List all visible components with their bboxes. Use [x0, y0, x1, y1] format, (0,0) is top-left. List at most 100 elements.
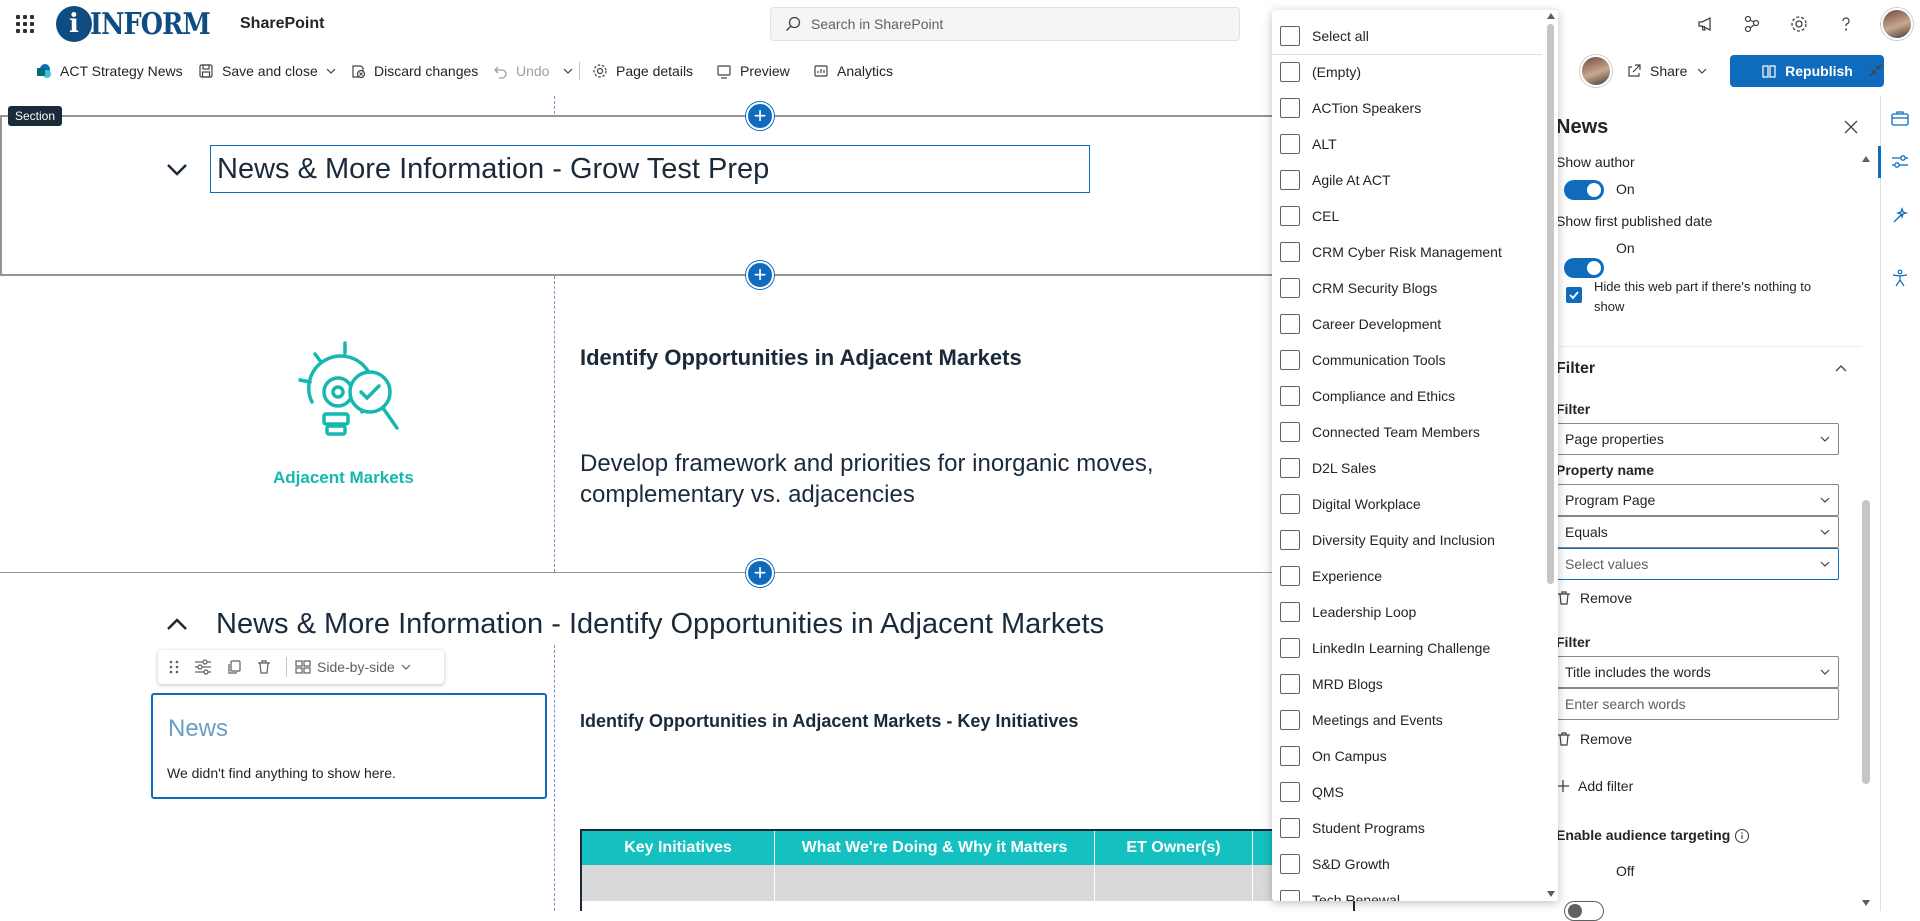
preview-button[interactable]: Preview: [716, 58, 790, 84]
pane-scrollbar[interactable]: [1862, 500, 1870, 784]
news-webpart[interactable]: News We didn't find anything to show her…: [151, 693, 547, 799]
scroll-down-icon[interactable]: [1547, 890, 1555, 898]
dropdown-option[interactable]: Tech Renewal: [1280, 886, 1400, 901]
network-icon[interactable]: [1740, 12, 1764, 36]
page-details-button[interactable]: Page details: [592, 58, 693, 84]
checkbox[interactable]: [1280, 98, 1300, 118]
remove-filter-button[interactable]: Remove: [1556, 590, 1632, 606]
close-icon[interactable]: [1844, 120, 1858, 134]
table-cell[interactable]: [1095, 865, 1253, 901]
dropdown-option[interactable]: CRM Cyber Risk Management: [1280, 238, 1502, 266]
app-name[interactable]: SharePoint: [240, 15, 324, 33]
analytics-button[interactable]: Analytics: [813, 58, 893, 84]
properties-icon[interactable]: [1886, 148, 1914, 176]
checkbox[interactable]: [1280, 782, 1300, 802]
checkbox[interactable]: [1280, 134, 1300, 154]
design-ideas-icon[interactable]: [1886, 202, 1914, 230]
dropdown-option[interactable]: Experience: [1280, 562, 1382, 590]
checkbox[interactable]: [1280, 494, 1300, 514]
checkbox[interactable]: [1280, 278, 1300, 298]
section-title-input[interactable]: News & More Information - Grow Test Prep: [210, 145, 1090, 193]
checkbox[interactable]: [1280, 458, 1300, 478]
dropdown-option[interactable]: Communication Tools: [1280, 346, 1446, 374]
dropdown-option[interactable]: Career Development: [1280, 310, 1441, 338]
chevron-up-icon[interactable]: [1834, 362, 1848, 376]
checkbox[interactable]: [1280, 314, 1300, 334]
help-icon[interactable]: [1834, 12, 1858, 36]
dropdown-option[interactable]: ACTion Speakers: [1280, 94, 1421, 122]
dropdown-option[interactable]: Diversity Equity and Inclusion: [1280, 526, 1495, 554]
dropdown-option[interactable]: ALT: [1280, 130, 1337, 158]
table-cell[interactable]: [775, 865, 1095, 901]
share-button[interactable]: Share: [1626, 58, 1707, 84]
site-name-link[interactable]: ACT Strategy News: [36, 58, 183, 84]
add-section-button[interactable]: +: [746, 559, 774, 587]
values-dropdown[interactable]: Select values: [1556, 548, 1839, 580]
add-section-button[interactable]: +: [746, 261, 774, 289]
filter-section-header[interactable]: Filter: [1556, 360, 1595, 378]
edit-properties-icon[interactable]: [194, 659, 212, 675]
collapse-icon[interactable]: [1868, 62, 1884, 78]
select-all-option[interactable]: Select all: [1280, 22, 1369, 50]
dropdown-option[interactable]: Meetings and Events: [1280, 706, 1443, 734]
operator-dropdown[interactable]: Equals: [1556, 516, 1839, 548]
hide-webpart-checkbox[interactable]: [1566, 287, 1582, 303]
duplicate-icon[interactable]: [226, 659, 242, 675]
remove-filter2-button[interactable]: Remove: [1556, 731, 1632, 747]
collapse-section-chevron-icon[interactable]: [165, 157, 189, 181]
expand-section-chevron-icon[interactable]: [165, 613, 189, 637]
discard-changes-button[interactable]: Discard changes: [350, 58, 478, 84]
show-first-published-toggle[interactable]: [1564, 258, 1604, 278]
checkbox[interactable]: [1280, 386, 1300, 406]
checkbox[interactable]: [1280, 206, 1300, 226]
dropdown-option[interactable]: Compliance and Ethics: [1280, 382, 1455, 410]
scroll-up-icon[interactable]: [1861, 154, 1871, 164]
dropdown-option[interactable]: Agile At ACT: [1280, 166, 1391, 194]
drag-handle-icon[interactable]: [168, 659, 180, 675]
settings-icon[interactable]: [1787, 12, 1811, 36]
dropdown-option[interactable]: LinkedIn Learning Challenge: [1280, 634, 1490, 662]
inform-logo[interactable]: i INFORM: [56, 4, 231, 44]
megaphone-icon[interactable]: [1694, 12, 1718, 36]
search-words-input[interactable]: Enter search words: [1556, 688, 1839, 720]
dropdown-scroll-thumb[interactable]: [1547, 24, 1554, 584]
checkbox[interactable]: [1280, 242, 1300, 262]
app-launcher-icon[interactable]: [12, 12, 36, 36]
checkbox[interactable]: [1280, 638, 1300, 658]
checkbox[interactable]: [1280, 854, 1300, 874]
dropdown-option[interactable]: Digital Workplace: [1280, 490, 1421, 518]
audience-targeting-toggle[interactable]: [1564, 901, 1604, 921]
republish-button[interactable]: Republish: [1730, 55, 1884, 87]
editor-avatar[interactable]: [1580, 55, 1612, 87]
dropdown-option[interactable]: (Empty): [1280, 58, 1361, 86]
checkbox[interactable]: [1280, 602, 1300, 622]
dropdown-option[interactable]: CEL: [1280, 202, 1339, 230]
undo-button[interactable]: Undo: [492, 58, 549, 84]
scroll-up-icon[interactable]: [1547, 12, 1555, 20]
checkbox[interactable]: [1280, 422, 1300, 442]
table-cell[interactable]: [582, 865, 775, 901]
property-name-dropdown[interactable]: Program Page: [1556, 484, 1839, 516]
dropdown-option[interactable]: Student Programs: [1280, 814, 1425, 842]
dropdown-option[interactable]: CRM Security Blogs: [1280, 274, 1437, 302]
checkbox[interactable]: [1280, 818, 1300, 838]
checkbox[interactable]: [1280, 350, 1300, 370]
checkbox[interactable]: [1280, 170, 1300, 190]
dropdown-option[interactable]: S&D Growth: [1280, 850, 1390, 878]
dropdown-option[interactable]: D2L Sales: [1280, 454, 1376, 482]
show-author-toggle[interactable]: [1564, 180, 1604, 200]
dropdown-option[interactable]: QMS: [1280, 778, 1344, 806]
filter-type-dropdown[interactable]: Page properties: [1556, 423, 1839, 455]
checkbox[interactable]: [1280, 566, 1300, 586]
layout-selector[interactable]: Side-by-side: [295, 659, 411, 675]
checkbox[interactable]: [1280, 746, 1300, 766]
dropdown-option[interactable]: On Campus: [1280, 742, 1387, 770]
checkbox[interactable]: [1280, 710, 1300, 730]
dropdown-option[interactable]: Leadership Loop: [1280, 598, 1416, 626]
search-box[interactable]: Search in SharePoint: [770, 7, 1240, 41]
add-section-button[interactable]: +: [746, 102, 774, 130]
checkbox[interactable]: [1280, 26, 1300, 46]
dropdown-option[interactable]: MRD Blogs: [1280, 670, 1383, 698]
dropdown-scrollbar[interactable]: [1546, 10, 1556, 901]
checkbox[interactable]: [1280, 674, 1300, 694]
